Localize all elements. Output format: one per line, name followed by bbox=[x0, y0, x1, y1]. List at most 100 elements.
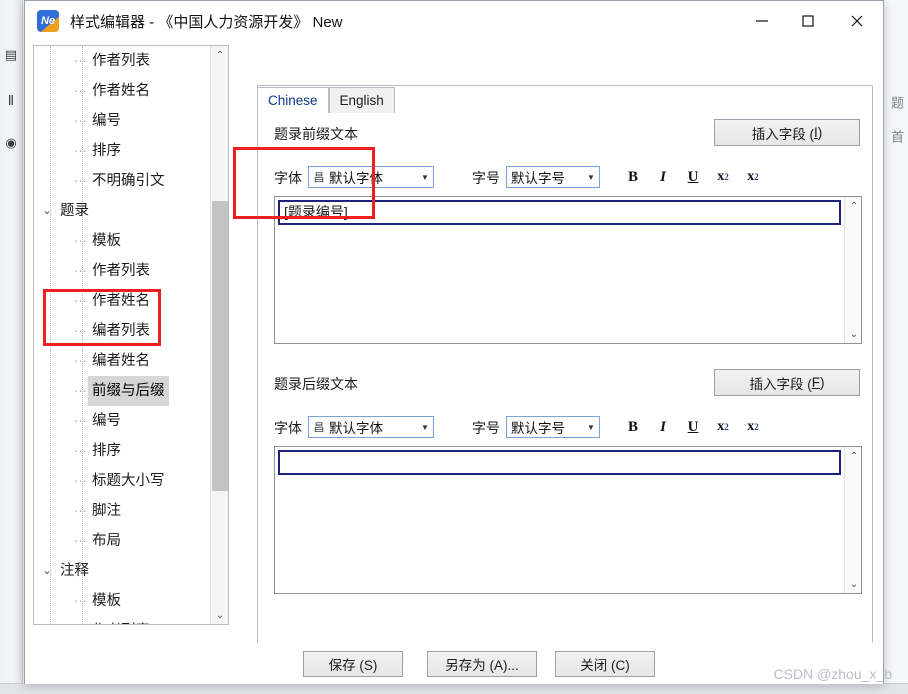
tree-item-12[interactable]: ··· 编号 bbox=[34, 406, 210, 436]
tree-branch-icon: ··· bbox=[74, 113, 87, 128]
minimize-icon[interactable] bbox=[739, 1, 785, 41]
scroll-down-icon[interactable]: ⌄ bbox=[211, 606, 228, 624]
tree-branch-icon: ··· bbox=[74, 413, 87, 428]
suffix-font-value: 默认字体 bbox=[329, 421, 383, 436]
suffix-bold-button[interactable]: B bbox=[622, 416, 644, 438]
suffix-text-editor[interactable]: ⌃ ⌄ bbox=[274, 446, 862, 594]
chevron-down-icon[interactable]: ▼ bbox=[417, 173, 433, 182]
suffix-editor-scrollbar[interactable]: ⌃ ⌄ bbox=[844, 447, 861, 593]
insert-field-prefix-button[interactable]: 插入字段 (I) bbox=[714, 119, 860, 146]
suffix-text-value[interactable] bbox=[278, 450, 841, 475]
tree-item-label: 模板 bbox=[92, 593, 121, 609]
tree-item-19[interactable]: ··· 作者列表 bbox=[34, 616, 210, 624]
close-icon[interactable] bbox=[831, 1, 883, 41]
tree-item-3[interactable]: ··· 排序 bbox=[34, 136, 210, 166]
tree-branch-icon: ··· bbox=[74, 293, 87, 308]
tree-item-17[interactable]: ⌄ 注释 bbox=[34, 556, 210, 586]
prefix-text-editor[interactable]: [题录编号] ⌃ ⌄ bbox=[274, 196, 862, 344]
tree-scrollbar[interactable]: ⌃ ⌄ bbox=[210, 46, 228, 624]
background-right-panel: 题 首 bbox=[881, 0, 908, 694]
prefix-font-value: 默认字体 bbox=[329, 171, 383, 186]
tree-item-8[interactable]: ··· 作者姓名 bbox=[34, 286, 210, 316]
tree-item-2[interactable]: ··· 编号 bbox=[34, 106, 210, 136]
tree-item-6[interactable]: ··· 模板 bbox=[34, 226, 210, 256]
prefix-superscript-button[interactable]: x2 bbox=[742, 166, 764, 188]
chevron-down-icon[interactable]: ⌄ bbox=[40, 556, 54, 586]
tree-branch-icon: ··· bbox=[74, 353, 87, 368]
prefix-font-combobox[interactable]: 昌 默认字体 ▼ bbox=[308, 166, 434, 188]
suffix-size-label: 字号 bbox=[472, 420, 500, 436]
tree-item-11[interactable]: ··· 前缀与后缀 bbox=[34, 376, 210, 406]
suffix-font-label: 字体 bbox=[274, 420, 302, 436]
tree-item-7[interactable]: ··· 作者列表 bbox=[34, 256, 210, 286]
insert-field-suffix-tail: ) bbox=[820, 375, 825, 390]
tab-chinese[interactable]: Chinese bbox=[257, 87, 329, 114]
tree-item-18[interactable]: ··· 模板 bbox=[34, 586, 210, 616]
superscript-base: x bbox=[747, 169, 755, 184]
tree-branch-icon: ··· bbox=[74, 593, 87, 608]
background-right-label-2: 首 bbox=[889, 130, 904, 143]
dialog-footer: 保存 (S) 另存为 (A)... 关闭 (C) bbox=[25, 643, 883, 684]
tree-branch-icon: ··· bbox=[74, 83, 87, 98]
chevron-down-icon[interactable]: ▼ bbox=[583, 423, 599, 432]
style-tree-list: ··· 作者列表 ··· 作者姓名 ··· 编号 ··· 排序 ··· 不明确引文 ⌄ 题录 ··· 模板… bbox=[34, 46, 210, 624]
subscript-mark: 2 bbox=[724, 172, 729, 182]
tree-item-label: 题录 bbox=[60, 203, 89, 219]
tree-item-10[interactable]: ··· 编者姓名 bbox=[34, 346, 210, 376]
prefix-italic-button[interactable]: I bbox=[652, 166, 674, 188]
tree-branch-icon: ··· bbox=[74, 263, 87, 278]
tree-item-0[interactable]: ··· 作者列表 bbox=[34, 46, 210, 76]
prefix-text-value[interactable]: [题录编号] bbox=[278, 200, 841, 225]
style-tree[interactable]: ··· 作者列表 ··· 作者姓名 ··· 编号 ··· 排序 ··· 不明确引文 ⌄ 题录 ··· 模板… bbox=[34, 46, 210, 624]
suffix-size-combobox[interactable]: 默认字号 ▼ bbox=[506, 416, 600, 438]
prefix-editor-scrollbar[interactable]: ⌃ ⌄ bbox=[844, 197, 861, 343]
suffix-italic-button[interactable]: I bbox=[652, 416, 674, 438]
save-as-button[interactable]: 另存为 (A)... bbox=[427, 651, 537, 677]
suffix-subscript-button[interactable]: x2 bbox=[712, 416, 734, 438]
prefix-subscript-button[interactable]: x2 bbox=[712, 166, 734, 188]
tree-item-1[interactable]: ··· 作者姓名 bbox=[34, 76, 210, 106]
tree-item-label: 前缀与后缀 bbox=[88, 376, 169, 406]
scroll-up-icon[interactable]: ⌃ bbox=[211, 46, 228, 64]
prefix-bold-button[interactable]: B bbox=[622, 166, 644, 188]
insert-field-suffix-button[interactable]: 插入字段 (F) bbox=[714, 369, 860, 396]
tree-branch-icon: ··· bbox=[74, 173, 87, 188]
tree-item-15[interactable]: ··· 脚注 bbox=[34, 496, 210, 526]
subscript-base: x bbox=[717, 419, 725, 434]
scroll-up-icon[interactable]: ⌃ bbox=[845, 447, 863, 465]
tree-item-label: 编号 bbox=[92, 413, 121, 429]
chevron-down-icon[interactable]: ▼ bbox=[583, 173, 599, 182]
tab-english[interactable]: English bbox=[328, 87, 395, 113]
prefix-underline-button[interactable]: U bbox=[682, 166, 704, 188]
tree-item-16[interactable]: ··· 布局 bbox=[34, 526, 210, 556]
tree-item-label: 注释 bbox=[60, 563, 89, 579]
editor-pane-inner: 题录前缀文本 插入字段 (I) 字体 昌 默认字体 ▼ 字号 默认字号 ▼ B … bbox=[258, 112, 872, 648]
background-record-icon: ◉ bbox=[5, 135, 17, 150]
chevron-down-icon[interactable]: ▼ bbox=[417, 423, 433, 432]
suffix-superscript-button[interactable]: x2 bbox=[742, 416, 764, 438]
tree-branch-icon: ··· bbox=[74, 53, 87, 68]
font-glyph-icon: 昌 bbox=[313, 422, 325, 434]
maximize-icon[interactable] bbox=[785, 1, 831, 41]
suffix-font-combobox[interactable]: 昌 默认字体 ▼ bbox=[308, 416, 434, 438]
close-button[interactable]: 关闭 (C) bbox=[555, 651, 655, 677]
tree-item-9[interactable]: ··· 编者列表 bbox=[34, 316, 210, 346]
tree-branch-icon: ··· bbox=[74, 533, 87, 548]
save-button[interactable]: 保存 (S) bbox=[303, 651, 403, 677]
subscript-base: x bbox=[717, 169, 725, 184]
tree-item-13[interactable]: ··· 排序 bbox=[34, 436, 210, 466]
scroll-down-icon[interactable]: ⌄ bbox=[845, 325, 863, 343]
prefix-font-label: 字体 bbox=[274, 170, 302, 186]
superscript-mark: 2 bbox=[754, 422, 759, 432]
tree-branch-icon: ··· bbox=[74, 383, 87, 398]
tree-scrollbar-thumb[interactable] bbox=[212, 201, 228, 491]
tree-item-5[interactable]: ⌄ 题录 bbox=[34, 196, 210, 226]
suffix-format-toolbar: 字体 昌 默认字体 ▼ 字号 默认字号 ▼ B I U x 2 x 2 bbox=[274, 416, 860, 440]
suffix-underline-button[interactable]: U bbox=[682, 416, 704, 438]
scroll-down-icon[interactable]: ⌄ bbox=[845, 575, 863, 593]
chevron-down-icon[interactable]: ⌄ bbox=[40, 196, 54, 226]
tree-item-4[interactable]: ··· 不明确引文 bbox=[34, 166, 210, 196]
tree-item-14[interactable]: ··· 标题大小写 bbox=[34, 466, 210, 496]
prefix-size-combobox[interactable]: 默认字号 ▼ bbox=[506, 166, 600, 188]
scroll-up-icon[interactable]: ⌃ bbox=[845, 197, 863, 215]
